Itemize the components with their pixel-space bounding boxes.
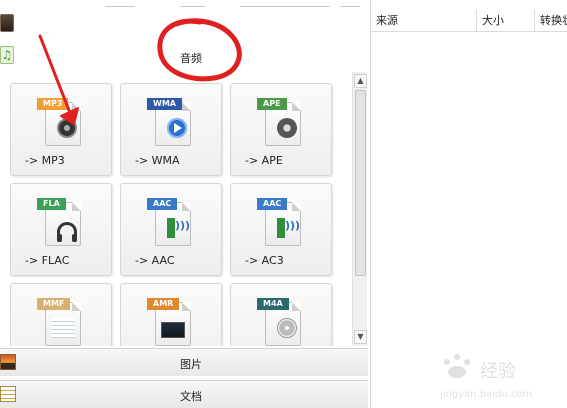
phone-screen-icon [161,322,185,338]
format-tile-mp3[interactable]: MP3 -> MP3 [10,83,112,176]
tile-label: -> AC3 [245,254,284,267]
audio-section-title: 音频 [180,52,202,65]
column-header-source[interactable]: 来源 [371,10,477,32]
audio-category-icon[interactable]: ♫ [0,46,14,64]
scrollbar-thumb[interactable] [355,90,366,276]
format-badge: MMF [37,298,71,310]
format-badge: FLA [37,198,66,210]
tile-label: -> WMA [135,154,180,167]
format-badge: WMA [147,98,182,110]
video-category-icon[interactable] [0,14,14,32]
format-badge: M4A [257,298,289,310]
toolbar-button[interactable] [105,0,135,7]
format-badge: AMR [147,298,180,310]
tile-label: -> AAC [135,254,175,267]
format-tile-flac[interactable]: FLA -> FLAC [10,183,112,276]
speaker-icon [167,218,190,238]
toolbar-button[interactable] [180,0,205,7]
category-label: 图片 [180,358,202,371]
column-header-size[interactable]: 大小 [477,10,535,32]
file-list-panel: 来源 大小 转换状 [370,0,567,408]
tile-label: -> FLAC [25,254,70,267]
format-tile-ape[interactable]: APE -> APE [230,83,332,176]
vertical-scrollbar[interactable]: ▲ ▼ [352,72,367,346]
toolbar-button[interactable] [240,0,330,7]
format-tile-amr[interactable]: AMR [120,283,222,346]
speaker-icon [57,118,77,138]
category-bar-documents[interactable]: 文档 [0,380,368,408]
toolbar-button[interactable] [340,0,360,7]
format-tile-ac3[interactable]: AAC -> AC3 [230,183,332,276]
disc-icon [277,318,297,338]
format-badge: APE [257,98,287,110]
format-tile-mmf[interactable]: MMF [10,283,112,346]
format-badge: MP3 [37,98,69,110]
format-tile-aac[interactable]: AAC -> AAC [120,183,222,276]
scroll-down-arrow-icon[interactable]: ▼ [354,330,367,344]
format-tile-m4a[interactable]: M4A [230,283,332,346]
column-header-status[interactable]: 转换状 [535,10,567,32]
scroll-up-arrow-icon[interactable]: ▲ [354,74,367,88]
document-lines-icon [51,318,75,338]
tile-label: -> APE [245,154,283,167]
speaker-icon [277,218,300,238]
format-tile-wma[interactable]: WMA -> WMA [120,83,222,176]
format-badge: AAC [147,198,178,210]
audio-format-grid: MP3 -> MP3 WMA -> WMA APE -> APE FLA -> … [0,72,368,346]
play-icon [167,118,187,138]
format-badge: AAC [257,198,288,210]
ape-disc-icon [277,118,297,138]
picture-icon [0,354,16,370]
headphones-icon [57,222,77,242]
category-bar-pictures[interactable]: 图片 [0,348,368,376]
document-icon [0,386,16,402]
category-label: 文档 [180,390,202,403]
tile-label: -> MP3 [25,154,65,167]
